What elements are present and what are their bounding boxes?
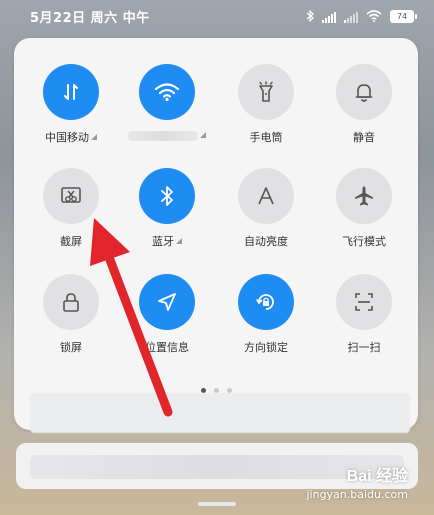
tile-mobile-data-label: 中国移动 [45,131,89,144]
tile-rotation-lock-label: 方向锁定 [244,341,288,354]
expand-indicator-icon [176,238,182,244]
tile-screenshot-label: 截屏 [60,235,82,248]
tile-wifi[interactable] [122,64,212,142]
drag-handle[interactable] [198,502,236,506]
expand-indicator-icon [91,134,97,140]
tile-bluetooth-label: 蓝牙 [152,235,174,248]
tile-mute[interactable]: 静音 [319,64,409,145]
tile-airplane[interactable]: 飞行模式 [319,168,409,249]
status-icons: 74 [306,7,417,26]
wifi-status-icon [366,7,382,26]
tile-scan-label: 扫一扫 [347,341,381,354]
tile-flashlight[interactable]: 手电筒 [221,64,311,145]
bell-icon [336,64,392,120]
status-datetime: 5月22日 周六 中午 [30,11,150,26]
tile-wifi-label-obscured [128,131,198,141]
tile-mobile-data[interactable]: 中国移动 [26,64,116,145]
signal-2-icon [344,11,358,23]
bluetooth-status-icon [306,7,314,26]
tile-lock-screen[interactable]: 锁屏 [26,274,116,355]
tile-airplane-label: 飞行模式 [342,235,386,248]
battery-icon: 74 [390,10,417,23]
tile-location[interactable]: 位置信息 [122,274,212,355]
tile-auto-brightness-label: 自动亮度 [244,235,288,248]
tile-bluetooth[interactable]: 蓝牙 [122,168,212,249]
auto-brightness-icon [238,168,294,224]
bluetooth-icon [139,168,195,224]
watermark-logo: Bai 经验 [346,468,408,485]
screenshot-icon [43,168,99,224]
location-icon [139,274,195,330]
signal-1-icon [322,11,336,23]
lock-icon [43,274,99,330]
tile-location-label: 位置信息 [145,341,189,354]
scan-icon [336,274,392,330]
expand-indicator-icon [200,132,206,138]
airplane-icon [336,168,392,224]
tile-lock-screen-label: 锁屏 [60,341,82,354]
mobile-data-icon [43,64,99,120]
rotation-lock-icon [238,274,294,330]
tile-screenshot[interactable]: 截屏 [26,168,116,249]
tile-rotation-lock[interactable]: 方向锁定 [221,274,311,355]
tile-flashlight-label: 手电筒 [249,131,283,144]
status-bar: 5月22日 周六 中午 74 [0,0,434,32]
tile-auto-brightness[interactable]: 自动亮度 [221,168,311,249]
media-card-obscured[interactable] [30,393,410,433]
quick-settings-panel: 中国移动 手电筒 静音 截屏 蓝牙 自动亮度 飞行模式 锁屏 位置信息 方向锁定… [14,38,418,430]
tile-mute-label: 静音 [353,131,375,144]
watermark-url: jingyan.baidu.com [306,488,408,501]
tile-scan[interactable]: 扫一扫 [319,274,409,355]
watermark: Bai 经验 jingyan.baidu.com [306,462,408,501]
flashlight-icon [238,64,294,120]
wifi-icon [139,64,195,120]
